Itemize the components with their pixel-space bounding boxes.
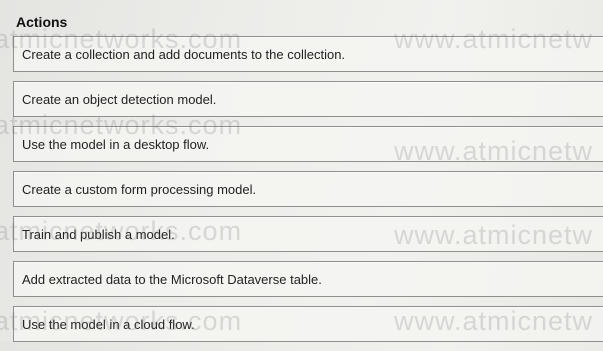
- action-item[interactable]: Use the model in a cloud flow.: [13, 306, 603, 342]
- action-item[interactable]: Train and publish a model.: [13, 216, 603, 252]
- action-item[interactable]: Create a collection and add documents to…: [13, 36, 603, 72]
- action-item[interactable]: Create an object detection model.: [13, 81, 603, 117]
- actions-panel: Actions Create a collection and add docu…: [0, 0, 603, 342]
- action-item[interactable]: Add extracted data to the Microsoft Data…: [13, 261, 603, 297]
- actions-list: Create a collection and add documents to…: [13, 36, 603, 351]
- action-item[interactable]: Use the model in a desktop flow.: [13, 126, 603, 162]
- panel-title: Actions: [16, 14, 68, 30]
- action-item[interactable]: Create a custom form processing model.: [13, 171, 603, 207]
